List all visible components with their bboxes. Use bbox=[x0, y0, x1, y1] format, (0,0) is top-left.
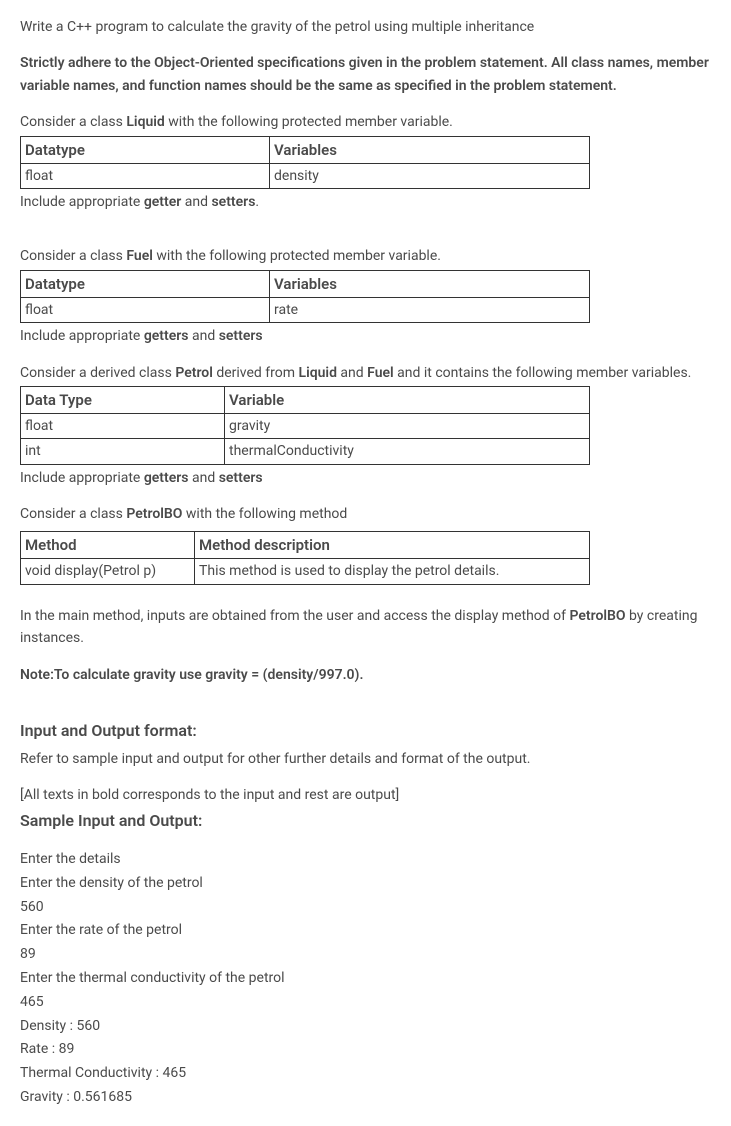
sample-line: Enter the thermal conductivity of the pe… bbox=[20, 967, 711, 991]
text: setters bbox=[219, 470, 263, 486]
text: In the main method, inputs are obtained … bbox=[20, 608, 569, 624]
sample-line: Enter the details bbox=[20, 848, 711, 872]
table-row: int thermalConductivity bbox=[21, 439, 590, 464]
table-cell: float bbox=[21, 163, 270, 188]
io-format-text: Refer to sample input and output for oth… bbox=[20, 748, 711, 770]
petrol-table: Data Type Variable float gravity int the… bbox=[20, 386, 590, 465]
gravity-formula-note: Note:To calculate gravity use gravity = … bbox=[20, 664, 711, 686]
sample-line: Enter the density of the petrol bbox=[20, 872, 711, 896]
table-header: Variable bbox=[225, 386, 590, 413]
text: and bbox=[181, 194, 211, 210]
intro-text: Write a C++ program to calculate the gra… bbox=[20, 16, 711, 38]
table-header: Variables bbox=[270, 270, 590, 297]
petrol-class-intro: Consider a derived class Petrol derived … bbox=[20, 362, 711, 384]
class-name-petrolbo: PetrolBO bbox=[126, 506, 182, 522]
text: with the following method bbox=[182, 506, 347, 522]
text: setters bbox=[219, 328, 263, 344]
sample-io-block: Enter the details Enter the density of t… bbox=[20, 848, 711, 1110]
text: Include appropriate bbox=[20, 470, 144, 486]
table-cell: float bbox=[21, 297, 270, 322]
table-header: Data Type bbox=[21, 386, 225, 413]
text: and it contains the following member var… bbox=[394, 365, 692, 381]
sample-line: 465 bbox=[20, 991, 711, 1015]
text: with the following protected member vari… bbox=[165, 114, 453, 130]
liquid-getter-setter: Include appropriate getter and setters. bbox=[20, 191, 711, 213]
text: getters bbox=[144, 470, 189, 486]
liquid-class-intro: Consider a class Liquid with the followi… bbox=[20, 111, 711, 133]
table-header: Datatype bbox=[21, 136, 270, 163]
text: Include appropriate bbox=[20, 194, 144, 210]
sample-line: 560 bbox=[20, 896, 711, 920]
text: getters bbox=[144, 328, 189, 344]
text: with the following protected member vari… bbox=[153, 248, 441, 264]
table-header: Variables bbox=[270, 136, 590, 163]
table-row: float rate bbox=[21, 297, 590, 322]
parent-fuel: Fuel bbox=[367, 365, 394, 381]
bold-input-note: [All texts in bold corresponds to the in… bbox=[20, 784, 711, 806]
sample-line: Rate : 89 bbox=[20, 1038, 711, 1062]
table-cell: This method is used to display the petro… bbox=[195, 559, 590, 584]
table-header: Method description bbox=[195, 532, 590, 559]
petrolbo-table: Method Method description void display(P… bbox=[20, 531, 590, 584]
sample-line: Enter the rate of the petrol bbox=[20, 919, 711, 943]
class-name-petrol: Petrol bbox=[175, 365, 213, 381]
petrol-getter-setter: Include appropriate getters and setters bbox=[20, 467, 711, 489]
liquid-table: Datatype Variables float density bbox=[20, 136, 590, 189]
table-cell: rate bbox=[270, 297, 590, 322]
text: and bbox=[189, 328, 219, 344]
table-row: float density bbox=[21, 163, 590, 188]
text: getter bbox=[144, 194, 181, 210]
table-cell: float bbox=[21, 413, 225, 438]
table-header: Method bbox=[21, 532, 195, 559]
text: Consider a class bbox=[20, 248, 126, 264]
petrolbo-class-intro: Consider a class PetrolBO with the follo… bbox=[20, 503, 711, 525]
table-cell: density bbox=[270, 163, 590, 188]
table-row: Datatype Variables bbox=[21, 136, 590, 163]
sample-io-heading: Sample Input and Output: bbox=[20, 808, 711, 834]
class-name-liquid: Liquid bbox=[126, 114, 164, 130]
table-cell: int bbox=[21, 439, 225, 464]
io-format-heading: Input and Output format: bbox=[20, 718, 711, 744]
fuel-table: Datatype Variables float rate bbox=[20, 270, 590, 323]
table-row: Method Method description bbox=[21, 532, 590, 559]
table-cell: gravity bbox=[225, 413, 590, 438]
table-cell: thermalConductivity bbox=[225, 439, 590, 464]
text: . bbox=[255, 194, 259, 210]
text: derived from bbox=[213, 365, 299, 381]
table-row: Data Type Variable bbox=[21, 386, 590, 413]
text: Consider a class bbox=[20, 114, 126, 130]
sample-line: Gravity : 0.561685 bbox=[20, 1086, 711, 1110]
parent-liquid: Liquid bbox=[299, 365, 337, 381]
main-method-note: In the main method, inputs are obtained … bbox=[20, 605, 711, 650]
table-row: float gravity bbox=[21, 413, 590, 438]
sample-line: Density : 560 bbox=[20, 1015, 711, 1039]
fuel-getter-setter: Include appropriate getters and setters bbox=[20, 325, 711, 347]
table-header: Datatype bbox=[21, 270, 270, 297]
sample-line: 89 bbox=[20, 943, 711, 967]
strict-note: Strictly adhere to the Object-Oriented s… bbox=[20, 52, 711, 97]
table-row: void display(Petrol p) This method is us… bbox=[21, 559, 590, 584]
text: Include appropriate bbox=[20, 328, 144, 344]
text: PetrolBO bbox=[569, 608, 625, 624]
text: and bbox=[189, 470, 219, 486]
text: and bbox=[337, 365, 367, 381]
table-cell: void display(Petrol p) bbox=[21, 559, 195, 584]
table-row: Datatype Variables bbox=[21, 270, 590, 297]
sample-line: Thermal Conductivity : 465 bbox=[20, 1062, 711, 1086]
text: Consider a class bbox=[20, 506, 126, 522]
fuel-class-intro: Consider a class Fuel with the following… bbox=[20, 245, 711, 267]
class-name-fuel: Fuel bbox=[126, 248, 153, 264]
text: Consider a derived class bbox=[20, 365, 175, 381]
text: setters bbox=[211, 194, 255, 210]
